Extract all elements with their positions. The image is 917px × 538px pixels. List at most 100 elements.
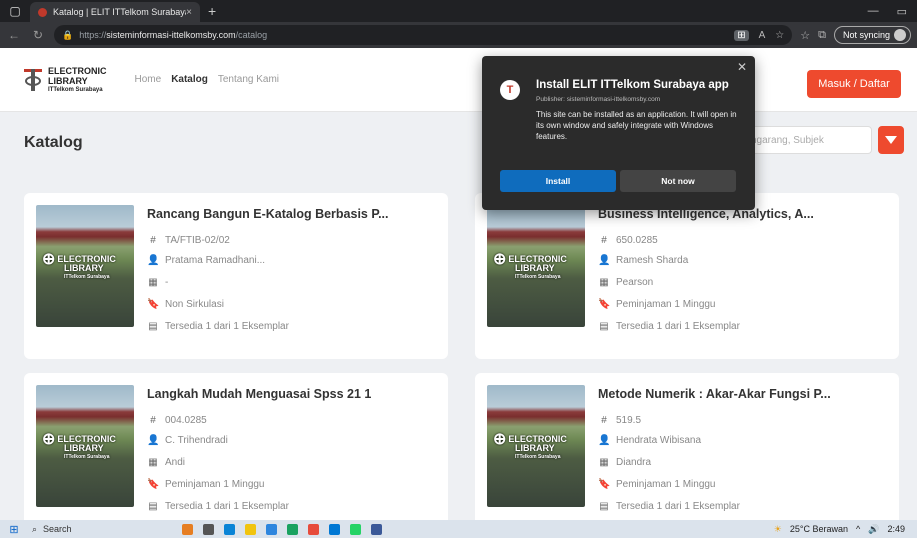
- tray-chevron-icon[interactable]: ^: [856, 524, 860, 534]
- book-icon: ▤: [148, 501, 158, 512]
- window-controls: — ▭: [868, 5, 917, 18]
- book-publisher: ▦ -: [148, 277, 169, 288]
- url-prefix: https://: [79, 30, 107, 40]
- book-loan: 🔖 Peminjaman 1 Minggu: [147, 479, 265, 490]
- favorite-icon[interactable]: ☆: [775, 30, 784, 41]
- minimize-icon[interactable]: —: [868, 5, 879, 18]
- hash-icon: #: [150, 415, 156, 426]
- bookmark-icon: 🔖: [147, 299, 160, 310]
- site-logo[interactable]: ELECTRONIC LIBRARY ITTelkom Surabaya: [22, 66, 107, 94]
- book-title[interactable]: Metode Numerik : Akar-Akar Fungsi P...: [598, 387, 888, 401]
- taskbar-search[interactable]: ⌕ Search: [28, 524, 158, 535]
- taskbar-app-icon[interactable]: [182, 523, 193, 535]
- app-logo-icon: T: [500, 80, 520, 100]
- catalog-card[interactable]: ⊕ ELECTRONIC LIBRARY ITTelkom Surabaya Ranca…: [24, 193, 448, 359]
- book-icon: ▤: [599, 501, 609, 512]
- search-input[interactable]: [744, 126, 872, 154]
- book-cover-image[interactable]: ⊕ ELECTRONIC LIBRARY ITTelkom Surabaya: [487, 385, 585, 507]
- book-title[interactable]: Rancang Bangun E-Katalog Berbasis P...: [147, 207, 437, 221]
- clock[interactable]: 2:49: [887, 524, 905, 534]
- url-host: sisteminformasi-ittelkomsby.com: [106, 30, 236, 40]
- restore-icon[interactable]: ▭: [897, 5, 907, 18]
- book-publisher: ▦ Pearson: [599, 277, 654, 288]
- taskbar-app-icon[interactable]: [287, 523, 298, 535]
- bookmark-icon: 🔖: [598, 299, 611, 310]
- catalog-card[interactable]: ⊕ ELECTRONIC LIBRARY ITTelkom Surabaya Busin…: [475, 193, 899, 359]
- cover-logo-icon: ⊕: [493, 431, 507, 449]
- tab-actions-icon[interactable]: ▢: [0, 4, 30, 18]
- weather-text[interactable]: 25°C Berawan: [790, 524, 848, 534]
- back-icon[interactable]: ←: [6, 28, 22, 42]
- book-icon: ▤: [599, 321, 609, 332]
- taskbar-app-icon[interactable]: [224, 523, 235, 535]
- book-cover-image[interactable]: ⊕ ELECTRONIC LIBRARY ITTelkom Surabaya: [36, 385, 134, 507]
- read-aloud-icon[interactable]: A: [759, 30, 766, 41]
- book-cover-image[interactable]: ⊕ ELECTRONIC LIBRARY ITTelkom Surabaya: [487, 205, 585, 327]
- lock-icon[interactable]: 🔒: [62, 30, 73, 41]
- nav-tentang-kami[interactable]: Tentang Kami: [218, 74, 279, 85]
- book-loan: 🔖 Non Sirkulasi: [147, 299, 224, 310]
- install-app-popup: ✕ T Install ELIT ITTelkom Surabaya app P…: [482, 56, 755, 210]
- new-tab-button[interactable]: +: [208, 3, 216, 19]
- address-bar: ← ↻ 🔒 https://sisteminformasi-ittelkomsb…: [0, 22, 917, 48]
- book-icon: ▤: [148, 321, 158, 332]
- catalog-card[interactable]: ⊕ ELECTRONIC LIBRARY ITTelkom Surabaya Langk…: [24, 373, 448, 538]
- taskbar-app-icon[interactable]: [329, 523, 340, 535]
- taskbar-search-label: Search: [43, 524, 72, 534]
- taskbar-app-icon[interactable]: [350, 523, 361, 535]
- refresh-icon[interactable]: ↻: [30, 28, 46, 42]
- taskbar-app-icon[interactable]: [371, 523, 382, 535]
- bookmark-icon: 🔖: [598, 479, 611, 490]
- windows-start-icon[interactable]: ⊞: [0, 523, 28, 536]
- cover-logo: ⊕ ELECTRONIC LIBRARY ITTelkom Surabaya: [42, 251, 116, 281]
- book-author: 👤 C. Trihendradi: [147, 435, 228, 446]
- cover-logo: ⊕ ELECTRONIC LIBRARY ITTelkom Surabaya: [42, 431, 116, 461]
- book-availability: ▤ Tersedia 1 dari 1 Eksemplar: [599, 321, 740, 332]
- url-path: /catalog: [235, 30, 268, 40]
- cover-logo: ⊕ ELECTRONIC LIBRARY ITTelkom Surabaya: [493, 251, 567, 281]
- book-title[interactable]: Langkah Mudah Menguasai Spss 21 1: [147, 387, 437, 401]
- book-code: #519.5: [598, 415, 641, 426]
- cover-logo: ⊕ ELECTRONIC LIBRARY ITTelkom Surabaya: [493, 431, 567, 461]
- browser-tab[interactable]: Katalog | ELIT ITTelkom Surabaya ×: [30, 2, 200, 22]
- install-button[interactable]: Install: [500, 170, 616, 192]
- book-author: 👤 Pratama Ramadhani...: [147, 255, 266, 266]
- login-register-button[interactable]: Masuk / Daftar: [807, 70, 901, 98]
- taskbar-app-icon[interactable]: [308, 523, 319, 535]
- popup-description: This site can be installed as an applica…: [536, 110, 737, 141]
- book-cover-image[interactable]: ⊕ ELECTRONIC LIBRARY ITTelkom Surabaya: [36, 205, 134, 327]
- book-code: #650.0285: [598, 235, 658, 246]
- nav-katalog[interactable]: Katalog: [171, 74, 208, 85]
- popup-title: Install ELIT ITTelkom Surabaya app: [536, 79, 729, 91]
- person-icon: 👤: [598, 435, 611, 446]
- book-code: # TA/FTIB-02/02: [147, 235, 230, 246]
- popup-publisher: Publisher: sisteminformasi-ittelkomsby.c…: [536, 96, 661, 103]
- weather-icon: ☀: [773, 523, 782, 534]
- catalog-card[interactable]: ⊕ ELECTRONIC LIBRARY ITTelkom Surabaya Metod…: [475, 373, 899, 538]
- favorites-list-icon[interactable]: ☆: [800, 29, 810, 42]
- volume-icon[interactable]: 🔊: [868, 524, 879, 535]
- close-icon[interactable]: ✕: [737, 60, 747, 74]
- app-install-icon[interactable]: ⊞: [734, 29, 749, 41]
- building-icon: ▦: [148, 457, 158, 468]
- url-field[interactable]: 🔒 https://sisteminformasi-ittelkomsby.co…: [54, 25, 793, 45]
- taskbar-app-icon[interactable]: [245, 523, 256, 535]
- tab-close-icon[interactable]: ×: [186, 7, 192, 18]
- cover-logo-icon: ⊕: [493, 251, 507, 269]
- book-loan: 🔖 Peminjaman 1 Minggu: [598, 479, 716, 490]
- taskbar-app-icon[interactable]: [203, 523, 214, 535]
- cover-logo-icon: ⊕: [42, 431, 56, 449]
- nav-home[interactable]: Home: [135, 74, 162, 85]
- logo-text: ELECTRONIC LIBRARY ITTelkom Surabaya: [48, 65, 107, 93]
- taskbar-apps: [182, 523, 382, 535]
- hash-icon: #: [601, 415, 607, 426]
- taskbar-app-icon[interactable]: [266, 523, 277, 535]
- book-publisher: ▦ Andi: [148, 457, 186, 468]
- not-now-button[interactable]: Not now: [620, 170, 736, 192]
- collections-icon[interactable]: ⧉: [818, 29, 826, 42]
- building-icon: ▦: [599, 277, 609, 288]
- filter-dropdown-button[interactable]: [878, 126, 904, 154]
- profile-sync-button[interactable]: Not syncing: [833, 26, 911, 44]
- system-tray: ☀ 25°C Berawan ^ 🔊 2:49: [774, 524, 917, 535]
- book-author: 👤 Ramesh Sharda: [598, 255, 689, 266]
